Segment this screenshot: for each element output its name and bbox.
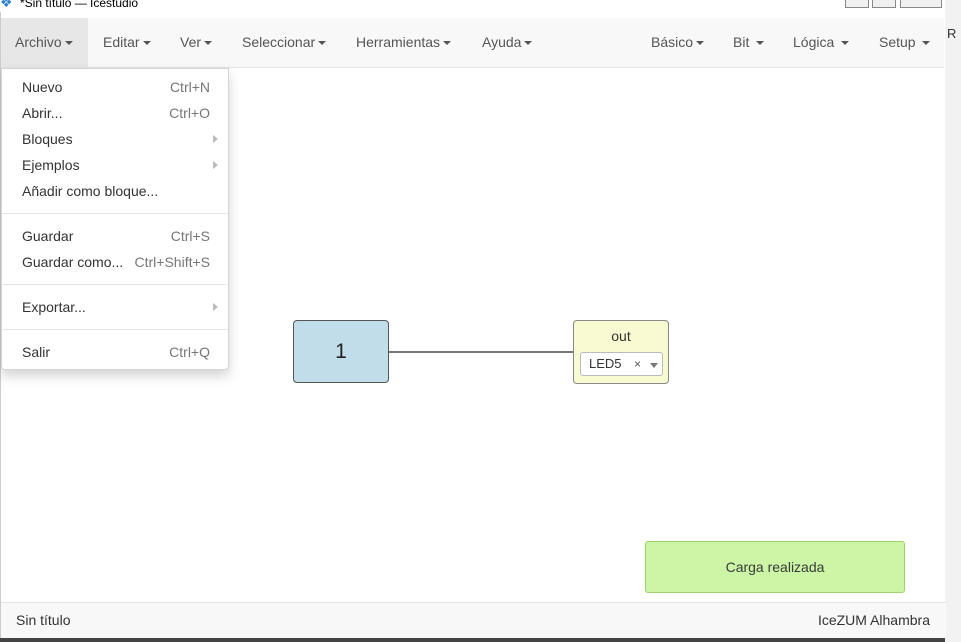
menu-item-salir[interactable]: Salir Ctrl+Q: [2, 341, 228, 363]
menu-item-nuevo[interactable]: Nuevo Ctrl+N: [2, 76, 228, 98]
notification-toast[interactable]: Carga realizada: [645, 541, 905, 593]
background-window-edge: R: [945, 0, 961, 642]
caret-down-icon: [524, 41, 533, 46]
menu-divider: [2, 213, 228, 214]
menu-item-label: Exportar...: [22, 299, 86, 315]
menu-item-shortcut: Ctrl+N: [169, 79, 210, 95]
menu-item-guardar-como[interactable]: Guardar como... Ctrl+Shift+S: [2, 251, 228, 273]
menu-item-label: Bloques: [22, 131, 73, 147]
menu-item-label: Añadir como bloque...: [22, 183, 159, 199]
caret-down-icon: [64, 41, 73, 46]
menu-bar: Archivo Editar Ver Seleccionar Herramien…: [1, 18, 944, 68]
menu-item-label: Abrir...: [22, 105, 63, 121]
menu-setup[interactable]: Setup: [865, 18, 944, 67]
menu-item-guardar[interactable]: Guardar Ctrl+S: [2, 225, 228, 247]
menu-item-label: Ejemplos: [22, 157, 80, 173]
chevron-right-icon: [213, 303, 218, 311]
menu-herramientas[interactable]: Herramientas: [342, 18, 465, 67]
menu-ver[interactable]: Ver: [166, 18, 226, 67]
menu-ayuda[interactable]: Ayuda: [468, 18, 546, 67]
menu-ayuda-label: Ayuda: [482, 34, 522, 50]
pin-select-value: LED5: [589, 356, 622, 371]
menu-item-label: Guardar: [22, 228, 74, 244]
menu-bit[interactable]: Bit: [719, 18, 778, 67]
archivo-dropdown-menu: Nuevo Ctrl+N Abrir... Ctrl+O Bloques Eje…: [1, 68, 229, 370]
close-window-button[interactable]: [900, 0, 942, 8]
caret-down-icon: [204, 41, 213, 46]
menu-logica[interactable]: Lógica: [779, 18, 863, 67]
maximize-button[interactable]: [872, 0, 896, 8]
caret-down-icon: [696, 41, 705, 46]
menu-basico-label: Básico: [651, 34, 694, 50]
menu-bit-label: Bit: [733, 34, 750, 50]
menu-herramientas-label: Herramientas: [356, 34, 441, 50]
constant-block[interactable]: 1: [293, 320, 389, 383]
caret-down-icon: [756, 41, 765, 46]
menu-item-bloques[interactable]: Bloques: [2, 128, 228, 150]
icestudio-app-icon: ❖: [0, 0, 13, 10]
menu-item-exportar[interactable]: Exportar...: [2, 296, 228, 318]
menu-setup-label: Setup: [879, 34, 916, 50]
chevron-right-icon: [213, 135, 218, 143]
minimize-button[interactable]: [845, 0, 869, 8]
menu-archivo-label: Archivo: [15, 34, 62, 50]
menu-divider: [2, 329, 228, 330]
caret-down-icon: [443, 41, 452, 46]
menu-logica-label: Lógica: [793, 34, 835, 50]
project-name: Sin título: [16, 612, 71, 628]
taskbar-edge: [0, 638, 945, 642]
menu-item-label: Guardar como...: [22, 254, 124, 270]
menu-ver-label: Ver: [180, 34, 202, 50]
menu-item-shortcut: Ctrl+O: [169, 105, 210, 121]
menu-editar-label: Editar: [103, 34, 140, 50]
window-title: *Sin título — Icestudio: [20, 0, 139, 10]
output-block-name: out: [611, 328, 631, 344]
menu-item-shortcut: Ctrl+S: [170, 228, 210, 244]
output-block[interactable]: out LED5 ×: [573, 320, 669, 384]
menu-archivo[interactable]: Archivo: [1, 18, 88, 67]
chevron-down-icon[interactable]: [650, 363, 658, 368]
menu-item-label: Nuevo: [22, 79, 63, 95]
window-titlebar: ❖ *Sin título — Icestudio: [0, 0, 945, 12]
menu-item-anadir-como-bloque[interactable]: Añadir como bloque...: [2, 180, 228, 202]
chevron-right-icon: [213, 161, 218, 169]
pin-select[interactable]: LED5 ×: [580, 352, 663, 376]
caret-down-icon: [841, 41, 850, 46]
menu-item-label: Salir: [22, 344, 51, 360]
menu-item-abrir[interactable]: Abrir... Ctrl+O: [2, 102, 228, 124]
caret-down-icon: [142, 41, 151, 46]
wire[interactable]: [389, 351, 573, 353]
menu-item-ejemplos[interactable]: Ejemplos: [2, 154, 228, 176]
menu-basico[interactable]: Básico: [637, 18, 718, 67]
clear-icon[interactable]: ×: [634, 357, 641, 371]
board-name[interactable]: IceZUM Alhambra: [818, 612, 930, 628]
status-bar: Sin título IceZUM Alhambra: [1, 602, 946, 638]
caret-down-icon: [318, 41, 327, 46]
menu-editar[interactable]: Editar: [89, 18, 165, 67]
constant-value: 1: [335, 340, 347, 363]
notification-message: Carga realizada: [725, 559, 825, 575]
menu-divider: [2, 284, 228, 285]
menu-seleccionar[interactable]: Seleccionar: [228, 18, 340, 67]
background-window-text: R: [947, 26, 957, 41]
menu-item-shortcut: Ctrl+Shift+S: [134, 254, 210, 270]
menu-item-shortcut: Ctrl+Q: [169, 344, 210, 360]
caret-down-icon: [922, 41, 931, 46]
menu-seleccionar-label: Seleccionar: [242, 34, 316, 50]
